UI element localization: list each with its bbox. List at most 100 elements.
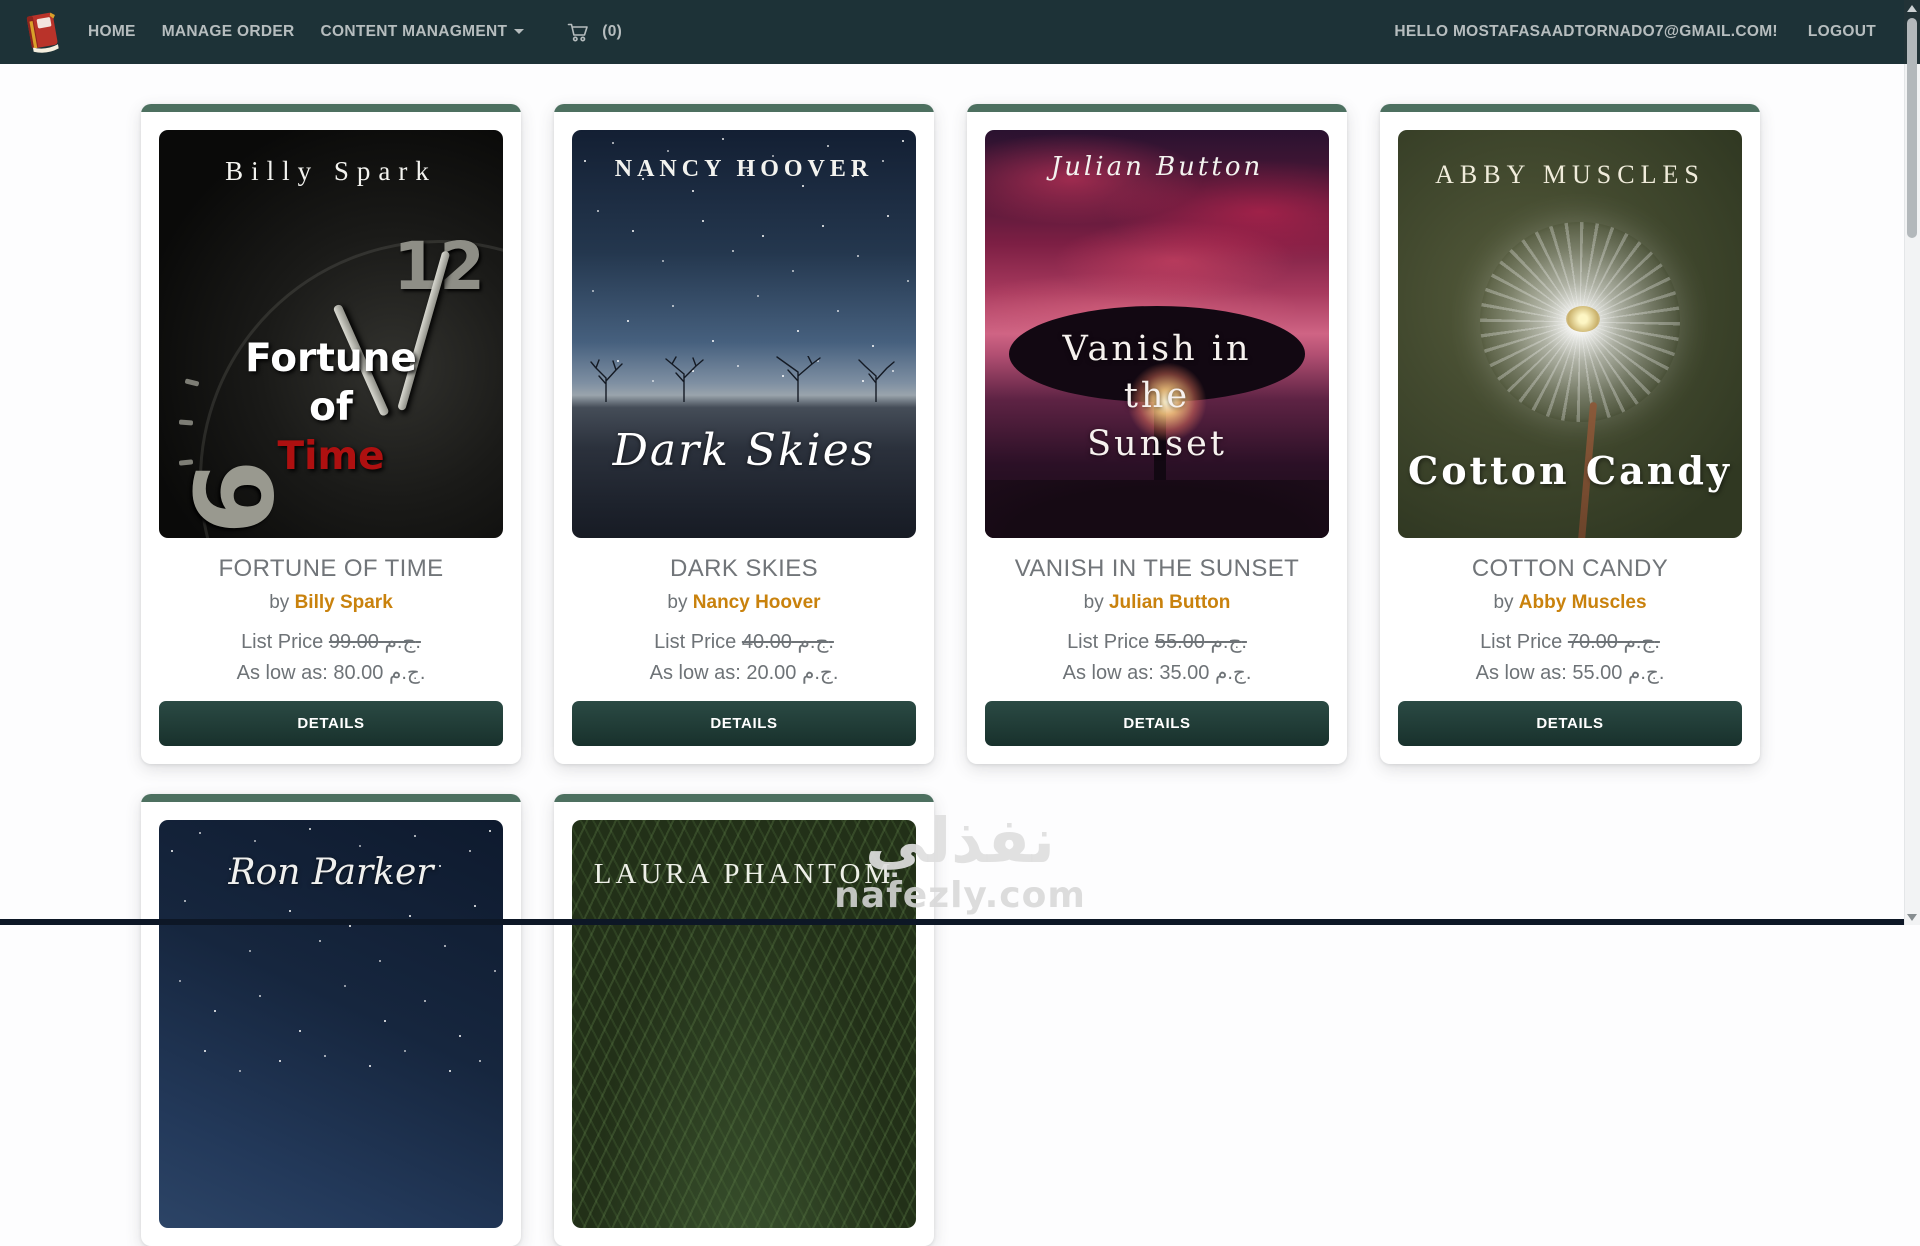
as-low-as-label: As low as: <box>1063 662 1154 684</box>
card-accent-strip <box>554 104 934 112</box>
nav-item-manage-order[interactable]: MANAGE ORDER <box>162 23 295 41</box>
card-accent-strip <box>141 104 521 112</box>
book-author: Julian Button <box>1109 592 1230 613</box>
book-logo-icon[interactable] <box>22 10 64 54</box>
cover-author-name: Ron Parker <box>159 852 503 893</box>
dandelion-core <box>1566 306 1600 332</box>
book-cover-cotton-candy: ABBY MUSCLES Cotton Candy <box>1398 130 1742 538</box>
book-byline: by Julian Button <box>985 592 1329 614</box>
details-button[interactable]: DETAILS <box>985 701 1329 746</box>
scrollbar-thumb[interactable] <box>1907 18 1917 238</box>
navbar-right: HELLO MOSTAFASAADTORNADO7@GMAIL.COM! LOG… <box>1394 23 1876 41</box>
details-button[interactable]: DETAILS <box>572 701 916 746</box>
book-author: Abby Muscles <box>1519 592 1647 613</box>
low-price-line: As low as: 80.00 ج.م. <box>159 660 503 685</box>
as-low-as-label: As low as: <box>1476 662 1567 684</box>
details-button[interactable]: DETAILS <box>159 701 503 746</box>
cover-title: FortuneofTime <box>159 335 503 481</box>
cover-title-line2: the <box>1124 376 1190 416</box>
book-title: FORTUNE OF TIME <box>159 555 503 583</box>
book-byline: by Abby Muscles <box>1398 592 1742 614</box>
ground-silhouette <box>985 480 1329 538</box>
by-label: by <box>269 592 289 613</box>
currency-label: ج.م. <box>1215 662 1251 684</box>
tree-silhouettes <box>572 356 916 402</box>
cart-icon <box>566 20 590 44</box>
cover-title: Cotton Candy <box>1398 448 1742 493</box>
list-price-line: List Price 40.00 ج.م. <box>572 629 916 654</box>
cover-author-name: LAURA PHANTOM <box>572 858 916 891</box>
card-accent-strip <box>1380 104 1760 112</box>
book-cover-fortune-of-time: 12 9 Billy Spark FortuneofTime <box>159 130 503 538</box>
nav-item-content-managment[interactable]: CONTENT MANAGMENT <box>320 23 524 41</box>
book-cover-vanish-in-the-sunset: Julian Button Vanish in the Sunset <box>985 130 1329 538</box>
low-price-number: 80.00 <box>333 662 383 684</box>
low-price-line: As low as: 55.00 ج.م. <box>1398 660 1742 685</box>
cart-button[interactable]: (0) <box>566 20 622 44</box>
book-title: VANISH IN THE SUNSET <box>985 555 1329 583</box>
list-price-value: 40.00 ج.م. <box>742 631 834 653</box>
cover-title-line3: Sunset <box>1087 424 1227 464</box>
book-author: Billy Spark <box>295 592 393 613</box>
cover-title: Dark Skies <box>572 425 916 476</box>
as-low-as-label: As low as: <box>650 662 741 684</box>
list-price-number: 40.00 <box>742 631 792 653</box>
low-price-line: As low as: 35.00 ج.م. <box>985 660 1329 685</box>
list-price-value: 99.00 ج.م. <box>329 631 421 653</box>
card-accent-strip <box>141 794 521 802</box>
logout-button[interactable]: LOGOUT <box>1808 23 1876 41</box>
book-cover-ron-parker: Ron Parker <box>159 820 503 1228</box>
currency-label: ج.م. <box>802 662 838 684</box>
cover-author-name: Billy Spark <box>159 156 503 187</box>
currency-label: ج.م. <box>1211 631 1247 653</box>
greeting-text: HELLO MOSTAFASAADTORNADO7@GMAIL.COM! <box>1394 23 1778 41</box>
list-price-label: List Price <box>1480 631 1562 653</box>
book-cover-dark-skies: NANCY HOOVER Dark Skies <box>572 130 916 538</box>
book-byline: by Billy Spark <box>159 592 503 614</box>
low-price-line: As low as: 20.00 ج.م. <box>572 660 916 685</box>
bottom-dark-strip <box>0 919 1904 925</box>
star-field <box>572 130 574 132</box>
list-price-line: List Price 55.00 ج.م. <box>985 629 1329 654</box>
book-card-dark-skies: NANCY HOOVER Dark Skies DARK SKIES by Na… <box>554 104 934 764</box>
scrollbar-up-arrow-icon[interactable] <box>1907 5 1917 12</box>
cover-author-name: Julian Button <box>985 152 1329 182</box>
currency-label: ج.م. <box>1624 631 1660 653</box>
list-price-label: List Price <box>654 631 736 653</box>
cover-title: Vanish in the Sunset <box>985 326 1329 468</box>
list-price-number: 99.00 <box>329 631 379 653</box>
by-label: by <box>1084 592 1104 613</box>
nav-item-home[interactable]: HOME <box>88 23 136 41</box>
list-price-line: List Price 70.00 ج.م. <box>1398 629 1742 654</box>
by-label: by <box>667 592 687 613</box>
navbar: HOME MANAGE ORDER CONTENT MANAGMENT (0) … <box>0 0 1904 64</box>
currency-label: ج.م. <box>798 631 834 653</box>
cart-count: (0) <box>602 23 622 41</box>
scrollbar[interactable] <box>1904 0 1920 925</box>
cover-title-line1: Fortune <box>245 336 417 381</box>
by-label: by <box>1493 592 1513 613</box>
scrollbar-down-arrow-icon[interactable] <box>1907 914 1917 921</box>
list-price-label: List Price <box>1067 631 1149 653</box>
book-card-fortune-of-time: 12 9 Billy Spark FortuneofTime FORTUNE O… <box>141 104 521 764</box>
book-author: Nancy Hoover <box>693 592 821 613</box>
book-cover-laura-phantom: LAURA PHANTOM <box>572 820 916 1228</box>
nav-item-content-managment-label: CONTENT MANAGMENT <box>320 23 507 40</box>
details-button[interactable]: DETAILS <box>1398 701 1742 746</box>
cover-author-name: NANCY HOOVER <box>572 156 916 183</box>
book-card-cotton-candy: ABBY MUSCLES Cotton Candy COTTON CANDY b… <box>1380 104 1760 764</box>
list-price-label: List Price <box>241 631 323 653</box>
as-low-as-label: As low as: <box>237 662 328 684</box>
star-field <box>159 820 161 822</box>
book-card-ron-parker-partial: Ron Parker <box>141 794 521 1246</box>
cover-title-line1: Vanish in <box>1062 329 1251 369</box>
card-accent-strip <box>967 104 1347 112</box>
card-accent-strip <box>554 794 934 802</box>
book-title: COTTON CANDY <box>1398 555 1742 583</box>
cover-author-name: ABBY MUSCLES <box>1398 160 1742 190</box>
book-card-laura-phantom-partial: LAURA PHANTOM <box>554 794 934 1246</box>
list-price-value: 55.00 ج.م. <box>1155 631 1247 653</box>
cover-title-line2: of <box>309 385 353 430</box>
list-price-value: 70.00 ج.م. <box>1568 631 1660 653</box>
low-price-number: 20.00 <box>746 662 796 684</box>
